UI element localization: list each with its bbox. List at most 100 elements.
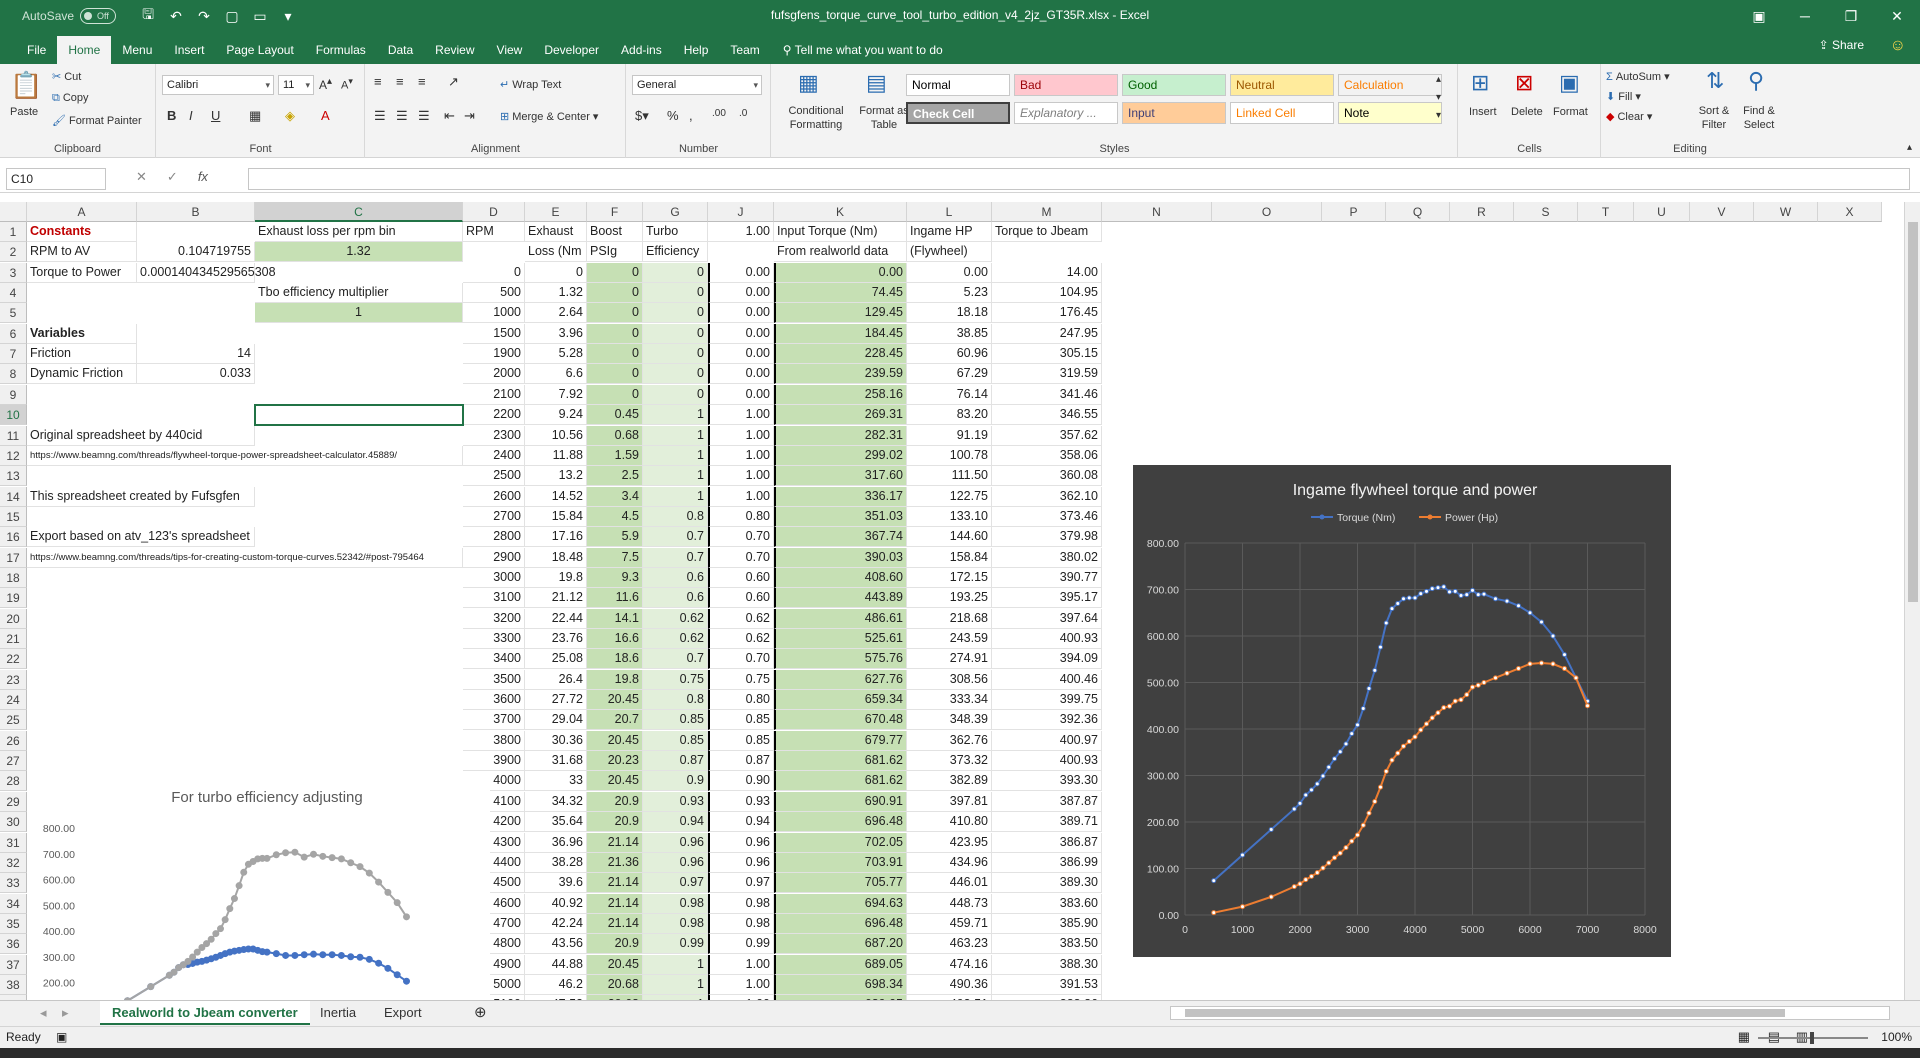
cell-c2[interactable]: 1.32 bbox=[255, 242, 463, 263]
table-cell-k23[interactable]: 627.76 bbox=[774, 669, 907, 690]
row-header-31[interactable]: 31 bbox=[0, 832, 27, 853]
table-cell-l22[interactable]: 274.91 bbox=[907, 649, 992, 670]
table-cell-e8[interactable]: 6.6 bbox=[525, 364, 587, 385]
table-cell-k22[interactable]: 575.76 bbox=[774, 649, 907, 670]
row-header-38[interactable]: 38 bbox=[0, 974, 27, 995]
table-cell-m15[interactable]: 373.46 bbox=[992, 506, 1102, 527]
flywheel-torque-power-chart[interactable]: Ingame flywheel torque and power 0.00 100.… bbox=[1133, 465, 1671, 957]
table-cell-d17[interactable]: 2900 bbox=[463, 547, 525, 568]
table-cell-l23[interactable]: 308.56 bbox=[907, 669, 992, 690]
row-header-25[interactable]: 25 bbox=[0, 710, 27, 731]
table-cell-f14[interactable]: 3.4 bbox=[587, 486, 643, 507]
table-cell-d7[interactable]: 1900 bbox=[463, 344, 525, 365]
table-cell-g14[interactable]: 1 bbox=[643, 486, 708, 507]
column-header-l[interactable]: L bbox=[907, 202, 992, 222]
row-header-2[interactable]: 2 bbox=[0, 242, 27, 263]
table-cell-g13[interactable]: 1 bbox=[643, 466, 708, 487]
tab-page-layout[interactable]: Page Layout bbox=[215, 36, 304, 64]
column-header-w[interactable]: W bbox=[1754, 202, 1818, 222]
format-cells-icon[interactable]: ▣ bbox=[1559, 70, 1580, 96]
link-original-spreadsheet[interactable]: https://www.beamng.com/threads/flywheel-… bbox=[27, 445, 463, 466]
table-cell-l8[interactable]: 67.29 bbox=[907, 364, 992, 385]
styles-scroll-up-icon[interactable]: ▴ bbox=[1436, 74, 1441, 85]
row-header-7[interactable]: 7 bbox=[0, 344, 27, 365]
conditional-formatting-icon[interactable]: ▦ bbox=[798, 70, 819, 96]
table-cell-j17[interactable]: 0.70 bbox=[708, 547, 774, 568]
cell-a16[interactable]: Export based on atv_123's spreadsheet bbox=[27, 527, 255, 548]
tab-menu[interactable]: Menu bbox=[111, 36, 163, 64]
cell-a6[interactable]: Variables bbox=[27, 323, 137, 344]
table-cell-j28[interactable]: 0.90 bbox=[708, 771, 774, 792]
row-header-5[interactable]: 5 bbox=[0, 303, 27, 324]
cancel-entry-icon[interactable]: ✕ bbox=[136, 169, 147, 185]
table-cell-j19[interactable]: 0.60 bbox=[708, 588, 774, 609]
column-header-s[interactable]: S bbox=[1514, 202, 1578, 222]
table-cell-l27[interactable]: 373.32 bbox=[907, 751, 992, 772]
table-cell-e9[interactable]: 7.92 bbox=[525, 384, 587, 405]
percent-style-icon[interactable]: % bbox=[667, 108, 679, 123]
zoom-slider-thumb[interactable] bbox=[1810, 1032, 1814, 1044]
table-cell-l26[interactable]: 362.76 bbox=[907, 730, 992, 751]
table-cell-l11[interactable]: 91.19 bbox=[907, 425, 992, 446]
table-cell-m10[interactable]: 346.55 bbox=[992, 405, 1102, 426]
table-cell-f28[interactable]: 20.45 bbox=[587, 771, 643, 792]
tell-me-box[interactable]: ⚲ Tell me what you want to do bbox=[783, 36, 943, 64]
insert-function-icon[interactable]: fx bbox=[198, 169, 208, 185]
table-cell-l31[interactable]: 423.95 bbox=[907, 832, 992, 853]
table-cell-m8[interactable]: 319.59 bbox=[992, 364, 1102, 385]
table-cell-g30[interactable]: 0.94 bbox=[643, 812, 708, 833]
column-header-o[interactable]: O bbox=[1212, 202, 1322, 222]
table-cell-j7[interactable]: 0.00 bbox=[708, 344, 774, 365]
table-cell-j10[interactable]: 1.00 bbox=[708, 405, 774, 426]
conditional-formatting-button[interactable]: Conditional Formatting bbox=[778, 104, 854, 132]
column-header-q[interactable]: Q bbox=[1386, 202, 1450, 222]
increase-decimal-icon[interactable]: .00 bbox=[712, 108, 726, 119]
table-cell-e36[interactable]: 43.56 bbox=[525, 934, 587, 955]
table-cell-e17[interactable]: 18.48 bbox=[525, 547, 587, 568]
style-explanatory[interactable]: Explanatory ... bbox=[1014, 102, 1118, 124]
row-header-16[interactable]: 16 bbox=[0, 527, 27, 548]
table-cell-f12[interactable]: 1.59 bbox=[587, 445, 643, 466]
name-box[interactable]: C10 bbox=[6, 168, 106, 190]
table-cell-g8[interactable]: 0 bbox=[643, 364, 708, 385]
table-cell-k34[interactable]: 694.63 bbox=[774, 893, 907, 914]
table-cell-e22[interactable]: 25.08 bbox=[525, 649, 587, 670]
cell-a1[interactable]: Constants bbox=[27, 222, 137, 242]
table-cell-g16[interactable]: 0.7 bbox=[643, 527, 708, 548]
table-cell-d20[interactable]: 3200 bbox=[463, 608, 525, 629]
table-cell-m21[interactable]: 400.93 bbox=[992, 629, 1102, 649]
table-cell-j35[interactable]: 0.98 bbox=[708, 913, 774, 934]
table-cell-d14[interactable]: 2600 bbox=[463, 486, 525, 507]
zoom-level[interactable]: 100% bbox=[1881, 1030, 1912, 1044]
cell-b7[interactable]: 14 bbox=[137, 344, 255, 365]
cell-f1[interactable]: Boost bbox=[587, 222, 643, 242]
table-cell-k29[interactable]: 690.91 bbox=[774, 791, 907, 812]
table-cell-l38[interactable]: 490.36 bbox=[907, 974, 992, 995]
vertical-scrollbar[interactable] bbox=[1904, 202, 1920, 1000]
merge-center-button[interactable]: ⊞ Merge & Center ▾ bbox=[500, 110, 598, 123]
row-header-35[interactable]: 35 bbox=[0, 913, 27, 934]
cell-a14[interactable]: This spreadsheet created by Fufsgfen bbox=[27, 486, 255, 507]
row-header-3[interactable]: 3 bbox=[0, 262, 27, 283]
style-bad[interactable]: Bad bbox=[1014, 74, 1118, 96]
table-cell-k3[interactable]: 0.00 bbox=[774, 262, 907, 283]
table-cell-m7[interactable]: 305.15 bbox=[992, 344, 1102, 365]
share-button[interactable]: ⇪ Share bbox=[1819, 38, 1864, 52]
column-header-e[interactable]: E bbox=[525, 202, 587, 222]
table-cell-d12[interactable]: 2400 bbox=[463, 445, 525, 466]
cell-k1[interactable]: Input Torque (Nm) bbox=[774, 222, 907, 242]
turbo-efficiency-chart[interactable]: For turbo efficiency adjusting0.00100.00… bbox=[27, 780, 490, 1000]
table-cell-l16[interactable]: 144.60 bbox=[907, 527, 992, 548]
add-sheet-icon[interactable]: ⊕ bbox=[462, 1001, 499, 1025]
table-cell-j12[interactable]: 1.00 bbox=[708, 445, 774, 466]
table-cell-f22[interactable]: 18.6 bbox=[587, 649, 643, 670]
wrap-text-button[interactable]: ↵ Wrap Text bbox=[500, 78, 561, 91]
table-cell-f32[interactable]: 21.36 bbox=[587, 852, 643, 873]
table-cell-d4[interactable]: 500 bbox=[463, 283, 525, 304]
table-cell-e38[interactable]: 46.2 bbox=[525, 974, 587, 995]
table-cell-f34[interactable]: 21.14 bbox=[587, 893, 643, 914]
sort-filter-button[interactable]: Sort & Filter bbox=[1692, 104, 1736, 132]
table-cell-f8[interactable]: 0 bbox=[587, 364, 643, 385]
table-cell-f18[interactable]: 9.3 bbox=[587, 567, 643, 588]
table-cell-k35[interactable]: 696.48 bbox=[774, 913, 907, 934]
